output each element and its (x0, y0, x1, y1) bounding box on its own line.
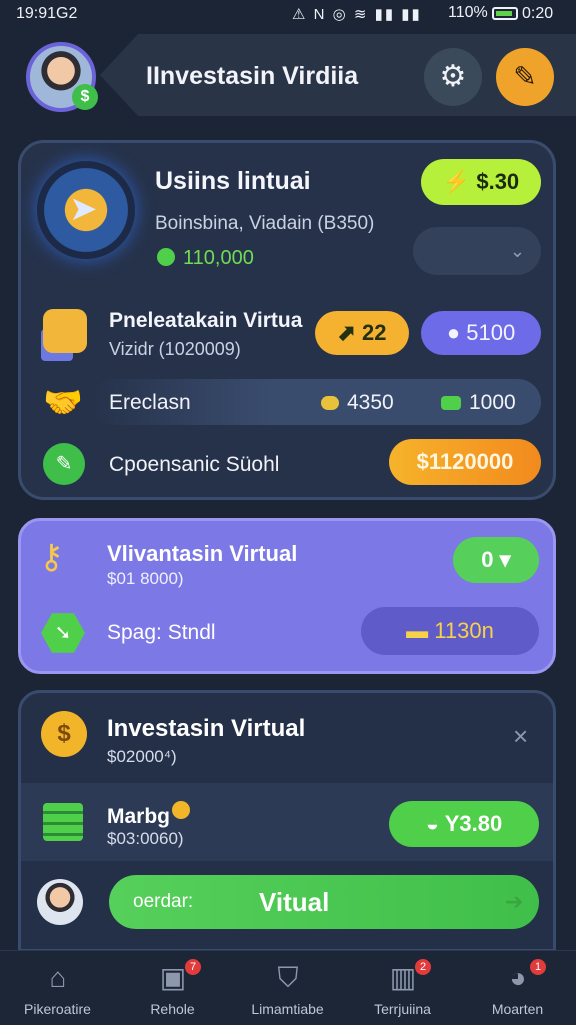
nav-label: Pikeroatire (24, 1001, 91, 1017)
card-title: Investasin Virtual (107, 715, 306, 742)
card-title: Vlivantasin Virtual (107, 541, 298, 566)
purple-value-pill[interactable]: ● 5100 (421, 311, 541, 355)
gear-icon: ⚙ (439, 60, 467, 93)
nav-label: Moarten (491, 1001, 544, 1017)
row-title: Ereclasn (109, 391, 191, 414)
status-time-right: 0:20 (522, 5, 554, 22)
notification-badge: 2 (415, 959, 431, 975)
edit-icon: ✎ (513, 61, 537, 92)
purple-value: 5100 (466, 320, 516, 345)
coin-stack-icon: ● (446, 320, 461, 345)
avatar[interactable] (37, 879, 83, 925)
settings-button[interactable]: ⚙ (424, 48, 482, 106)
app-header: $ IInvestasin Virdiia ⚙ ✎ (0, 30, 576, 122)
nav-item-home[interactable]: ⌂ Pikeroatire (0, 951, 115, 1025)
dropdown-select[interactable]: ⌄ (413, 227, 541, 275)
card-subtitle: $02000⁴) (107, 747, 177, 766)
row-title-text: Marbg (107, 805, 170, 828)
home-icon: ⌂ (49, 962, 67, 993)
status-icons: ⚠ N ◎ ≋ ▮▮ ▮▮ (292, 6, 422, 23)
ticket-icon: ▬ (406, 618, 429, 643)
investment-card: $ Investasin Virtual $02000⁴) × Marbg $0… (18, 690, 556, 952)
gift-amount-pill[interactable]: ▬ 1130n (361, 607, 539, 655)
cash-icon (441, 396, 461, 410)
shield-icon: ⛉ (277, 962, 299, 993)
balance-value: 110,000 (183, 247, 254, 269)
amount-button[interactable]: $1120000 (389, 439, 541, 485)
cube-coin-icon (43, 309, 87, 353)
chevron-down-icon: ⌄ (509, 241, 525, 261)
card-title: Usiins lintuai (155, 167, 311, 195)
row-title: Marbg (107, 801, 190, 829)
gift-amount: 1130n (434, 618, 494, 643)
nav-item-book[interactable]: ▥ 2 Terrjuiina (345, 951, 460, 1025)
status-time-left: 19:91G2 (16, 5, 78, 22)
close-button[interactable]: × (513, 721, 528, 752)
coin-value-text: 4350 (347, 391, 394, 414)
row-subtitle: Vizidr (1020009) (109, 339, 241, 359)
document-icon: ✎ (43, 443, 85, 485)
bowl-icon: ◒ (425, 811, 440, 836)
count-dropdown[interactable]: 0 ▾ (453, 537, 539, 583)
value-pill[interactable]: ◒ Y3.80 (389, 801, 539, 847)
top-value: $.30 (476, 169, 520, 194)
battery-percent: 110% (448, 4, 488, 21)
coin-icon (172, 801, 190, 819)
gear-coin-icon: $ (41, 711, 87, 757)
orange-value: 22 (362, 320, 387, 345)
battery-icon (492, 7, 518, 20)
row-subtitle: $03:0060) (107, 829, 184, 848)
orange-value-pill[interactable]: ⬈ 22 (315, 311, 409, 355)
dollar-badge-icon: $ (72, 84, 98, 110)
row-title: Pnelеatakain Virtua (109, 309, 303, 332)
notification-badge: 7 (185, 959, 201, 975)
cta-label: oerdar: (133, 891, 194, 912)
cash-value: 1000 (441, 391, 516, 415)
page-title: IInvestasin Virdiia (146, 62, 359, 90)
handshake-icon: 🤝 (43, 384, 83, 420)
card-subtitle: $01 8000) (107, 569, 184, 588)
top-value-pill[interactable]: ⚡ $.30 (421, 159, 541, 205)
edit-button[interactable]: ✎ (496, 48, 554, 106)
card-subtitle: Boinsbina, Viadain (B350) (155, 213, 375, 234)
coin-icon (321, 396, 339, 410)
row-title: Spag: Stndl (107, 621, 216, 644)
nav-label: Limamtiabe (251, 1001, 324, 1017)
hexagon-arrow-icon: ➘ (41, 613, 85, 653)
cursor-arrow-icon: ➤ (69, 190, 98, 228)
row-title: Cpoensanic Süohl (109, 453, 280, 476)
balance: 110,000 (157, 247, 254, 270)
location-pin-icon (157, 248, 175, 266)
nav-item-shield[interactable]: ⛉ Limamtiabe (230, 951, 345, 1025)
virtual-card-purple: ⚷ Vlivantasin Virtual $01 8000) 0 ▾ ➘ Sp… (18, 518, 556, 674)
status-bar: 19:91G2 ⚠ N ◎ ≋ ▮▮ ▮▮ 110% 0:20 (0, 0, 576, 30)
nav-label: Terrjuiina (374, 1001, 431, 1017)
nav-label: Rehole (150, 1001, 195, 1017)
coin-value: 4350 (321, 391, 394, 415)
arrow-up-icon: ⬈ (337, 320, 356, 345)
virtual-cta-button[interactable]: oerdar: Vitual ➔ (109, 875, 539, 929)
notification-badge: 1 (530, 959, 546, 975)
key-icon: ⚷ (39, 538, 64, 576)
ledger-icon (43, 803, 83, 841)
nav-item-bag[interactable]: ▣ 7 Rehole (115, 951, 230, 1025)
cash-value-text: 1000 (469, 391, 516, 414)
nav-item-chat[interactable]: ◕ 1 Moarten (460, 951, 575, 1025)
value-pill-text: Y3.80 (444, 811, 503, 836)
bottom-nav: ⌂ Pikeroatire ▣ 7 Rehole ⛉ Limamtiabe ▥ … (0, 950, 576, 1025)
cta-title: Vitual (259, 887, 330, 917)
lightning-icon: ⚡ (442, 169, 471, 194)
virtual-investment-card: ➤ Usiins lintuai Boinsbina, Viadain (B35… (18, 140, 556, 500)
arrow-right-icon: ➔ (505, 889, 524, 914)
